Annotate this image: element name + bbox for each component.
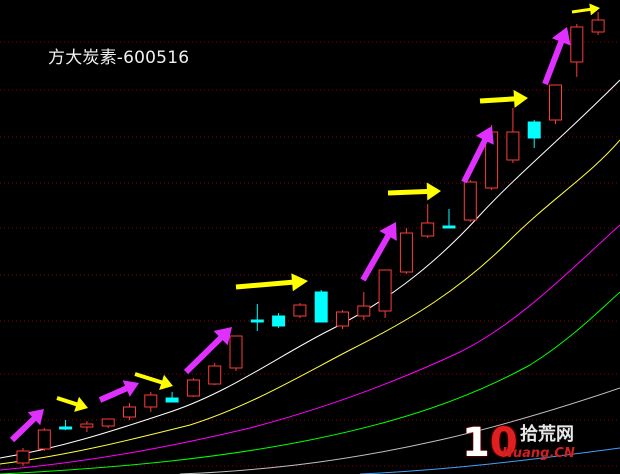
candle-body-up [229, 335, 243, 369]
candle-body-up [570, 26, 584, 63]
yellow-arrow [134, 372, 173, 390]
trend-arrows [9, 3, 600, 443]
chart-title: 方大炭素-600516 [48, 48, 190, 68]
candle-body-up [144, 394, 158, 408]
candle-body-up [37, 429, 51, 450]
candle-body-up [186, 379, 200, 397]
watermark-chinese: 拾荒网 [520, 424, 574, 445]
magenta-arrow [183, 327, 232, 375]
candle-body-up [123, 406, 136, 418]
candle-body-up [208, 365, 222, 385]
moving-average-line [0, 139, 620, 465]
yellow-arrow [479, 89, 528, 108]
watermark-logo: 10 拾荒网 Huang.CN [462, 418, 612, 470]
candle-body-down [442, 225, 456, 229]
moving-average-lines [0, 79, 620, 474]
candle-body-up [506, 131, 520, 161]
candle-body-down [59, 426, 73, 430]
candle-body-up [357, 305, 371, 317]
yellow-arrow [56, 396, 88, 412]
magenta-arrow [542, 27, 571, 86]
candle-body-up [378, 269, 392, 312]
candle-body-down [272, 315, 286, 327]
yellow-arrow [387, 182, 441, 201]
candle-body-up [421, 222, 435, 237]
candle-body-up [549, 84, 562, 121]
grid-lines [0, 41, 620, 467]
candle-body-up [591, 19, 605, 33]
candle-body-up [80, 423, 94, 428]
candle-body-up [101, 418, 115, 427]
candle-body-down [527, 121, 541, 139]
candlestick-chart [0, 3, 620, 474]
candle-body-down [250, 319, 264, 323]
candle-body-up [16, 450, 30, 464]
yellow-arrow [235, 273, 308, 292]
watermark-one: 1 [462, 420, 490, 466]
candle-body-down [314, 291, 328, 323]
candle-body-down [165, 397, 179, 403]
magenta-arrow [98, 380, 139, 403]
watermark-english: Huang.CN [502, 446, 575, 461]
candle-body-up [293, 304, 307, 317]
candle-body-up [336, 311, 349, 327]
candle-body-up [399, 232, 413, 273]
yellow-arrow [571, 3, 600, 16]
candle-body-up [463, 181, 477, 221]
